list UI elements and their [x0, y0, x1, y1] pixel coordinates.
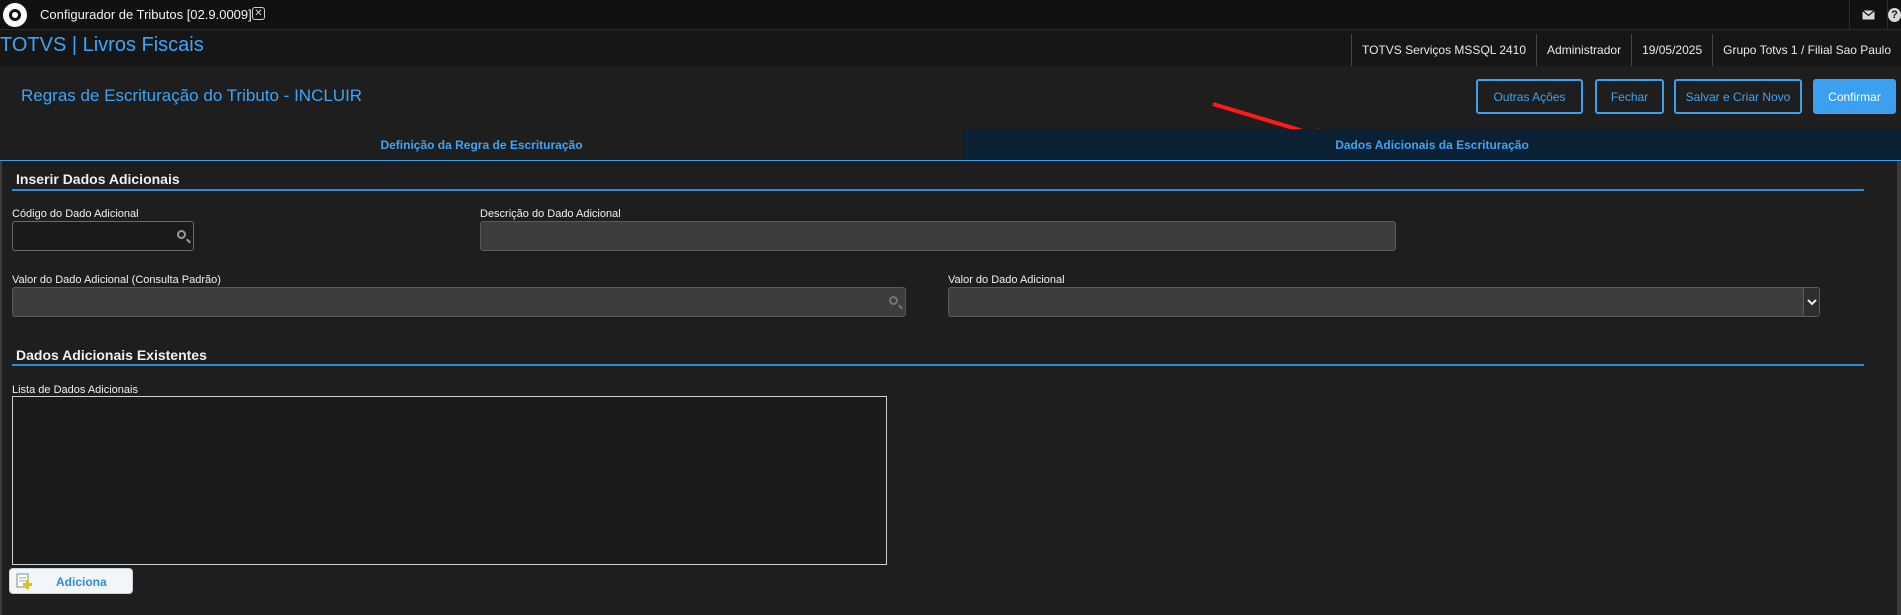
search-icon[interactable] — [889, 296, 898, 305]
add-document-icon — [16, 573, 32, 589]
valor-select[interactable] — [948, 287, 1820, 317]
tab-bar: Definição da Regra de Escrituração Dados… — [0, 129, 1901, 161]
top-right-icons: ? — [1849, 0, 1901, 29]
chevron-down-icon[interactable] — [1803, 288, 1819, 316]
window-tab-title[interactable]: Configurador de Tributos [02.9.0009] — [40, 7, 252, 22]
outras-acoes-button[interactable]: Outras Ações — [1476, 79, 1583, 114]
search-icon[interactable] — [177, 230, 186, 239]
right-scrollbar[interactable] — [1897, 161, 1901, 615]
fechar-button[interactable]: Fechar — [1595, 79, 1664, 114]
valor-consulta-label: Valor do Dado Adicional (Consulta Padrão… — [12, 274, 221, 286]
status-bar: TOTVS Serviços MSSQL 2410 Administrador … — [1350, 34, 1901, 66]
adiciona-label: Adiciona — [56, 575, 107, 589]
brand-title: TOTVS | Livros Fiscais — [0, 34, 204, 56]
lista-label: Lista de Dados Adicionais — [12, 384, 138, 396]
window-titlebar: Configurador de Tributos [02.9.0009] ✕ ? — [0, 0, 1901, 30]
help-icon[interactable]: ? — [1887, 0, 1901, 29]
adiciona-button[interactable]: Adiciona — [9, 568, 133, 594]
descricao-field[interactable] — [480, 221, 1396, 251]
confirmar-button[interactable]: Confirmar — [1813, 79, 1896, 114]
status-user: Administrador — [1536, 34, 1631, 66]
page-title: Regras de Escrituração do Tributo - INCL… — [21, 86, 363, 105]
salvar-criar-novo-button[interactable]: Salvar e Criar Novo — [1674, 79, 1802, 114]
codigo-field[interactable] — [12, 221, 194, 251]
help-glyph: ? — [1888, 7, 1901, 22]
envelope-icon[interactable] — [1849, 0, 1887, 29]
section-inserir-divider — [12, 189, 1864, 191]
status-branch: Grupo Totvs 1 / Filial Sao Paulo — [1712, 34, 1901, 66]
close-tab-icon[interactable]: ✕ — [252, 7, 265, 20]
section-existentes-divider — [12, 364, 1864, 366]
valor-label: Valor do Dado Adicional — [948, 274, 1065, 286]
status-date: 19/05/2025 — [1631, 34, 1712, 66]
lista-dados-adicionais[interactable] — [12, 396, 887, 565]
codigo-label: Código do Dado Adicional — [12, 208, 139, 220]
status-environment: TOTVS Serviços MSSQL 2410 — [1350, 34, 1536, 66]
tab-dados-adicionais[interactable]: Dados Adicionais da Escrituração — [963, 129, 1901, 160]
left-border — [0, 161, 2, 615]
app-header: TOTVS | Livros Fiscais TOTVS Serviços MS… — [0, 30, 1901, 66]
section-inserir-title: Inserir Dados Adicionais — [16, 171, 180, 187]
totvs-logo-icon — [3, 3, 27, 27]
valor-consulta-field[interactable] — [12, 287, 906, 317]
section-existentes-title: Dados Adicionais Existentes — [16, 347, 207, 363]
tab-definicao-regra[interactable]: Definição da Regra de Escrituração — [0, 129, 963, 160]
descricao-label: Descrição do Dado Adicional — [480, 208, 621, 220]
